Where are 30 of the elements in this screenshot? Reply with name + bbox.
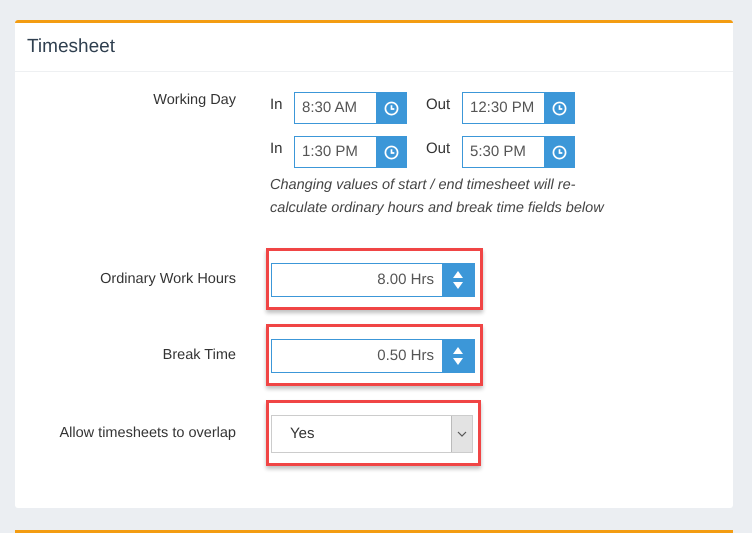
spinner-button[interactable]	[442, 264, 474, 296]
field-label: Ordinary Work Hours	[100, 271, 236, 287]
in-label: In	[270, 95, 284, 113]
spinner-arrows-icon	[452, 270, 464, 290]
field-label: Allow timesheets to overlap	[60, 425, 236, 441]
field-label: Working Day	[152, 92, 236, 110]
field-label: Break Time	[162, 347, 236, 363]
time-field[interactable]: 5:30 PM	[462, 136, 575, 168]
spinner-button[interactable]	[442, 340, 474, 372]
number-field[interactable]: 0.50 Hrs	[271, 339, 475, 373]
spinner-arrows-icon	[452, 346, 464, 366]
clock-icon	[552, 100, 566, 116]
clock-icon	[384, 100, 398, 116]
time-field[interactable]: 1:30 PM	[294, 136, 407, 168]
time-field[interactable]: 12:30 PM	[462, 92, 575, 124]
select-field[interactable]: Yes	[271, 415, 473, 453]
help-text: Changing values of start / end timesheet will re-calculate ordinary hours and break time fields below	[270, 176, 606, 218]
clock-button[interactable]	[376, 93, 406, 123]
out-label: Out	[426, 139, 452, 157]
clock-button[interactable]	[376, 137, 406, 167]
clock-icon	[384, 144, 398, 160]
number-field[interactable]: 8.00 Hrs	[271, 263, 475, 297]
chevron-down-icon	[457, 431, 467, 437]
clock-button[interactable]	[544, 93, 574, 123]
in-label: In	[270, 139, 284, 157]
time-field[interactable]: 8:30 AM	[294, 92, 407, 124]
out-label: Out	[426, 95, 452, 113]
clock-button[interactable]	[544, 137, 574, 167]
clock-icon	[552, 144, 566, 160]
panel-title: Timesheet	[27, 36, 115, 58]
